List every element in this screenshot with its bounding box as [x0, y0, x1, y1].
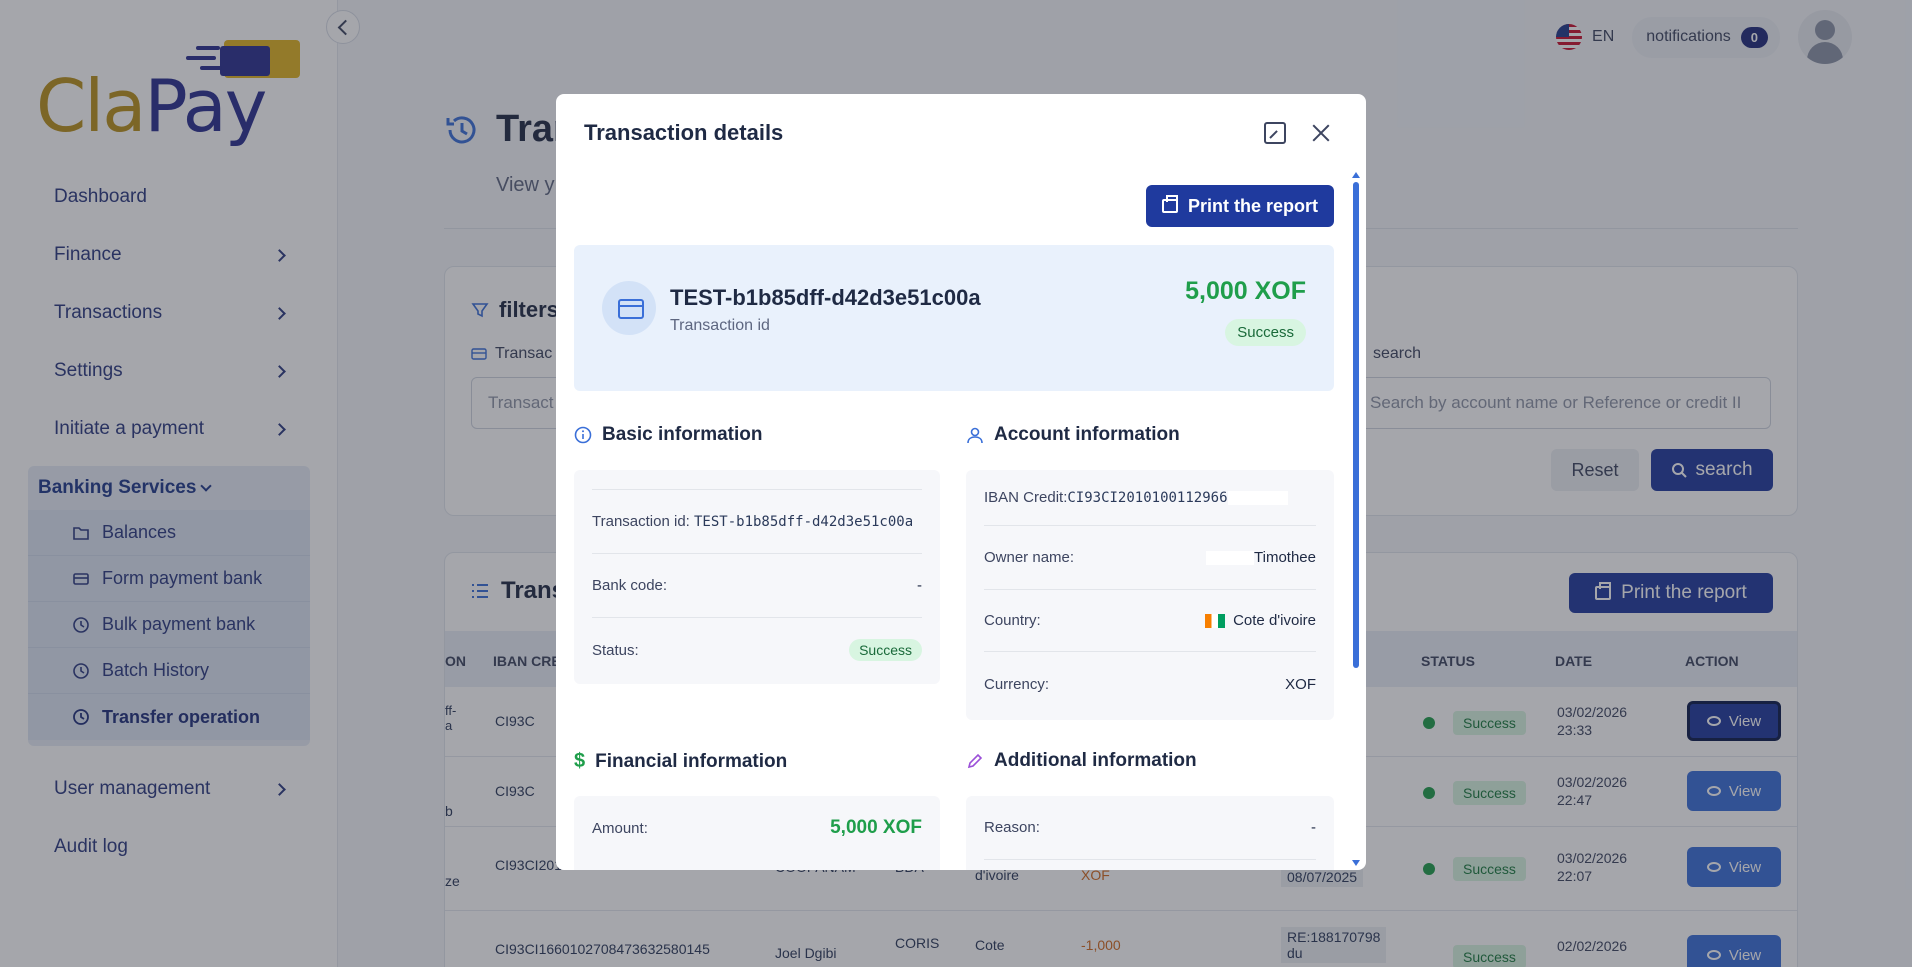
transaction-amount: 5,000 XOF — [1185, 277, 1306, 305]
basic-info-panel: Transaction id: TEST-b1b85dff-d42d3e51c0… — [574, 470, 940, 684]
print-report-button[interactable]: Print the report — [1146, 185, 1334, 227]
edit-icon — [967, 753, 983, 769]
financial-info-panel: Amount: 5,000 XOF — [574, 796, 940, 870]
expand-icon[interactable] — [1264, 122, 1286, 144]
status-badge: Success — [849, 639, 922, 661]
transaction-id: TEST-b1b85dff-d42d3e51c00a — [670, 285, 981, 310]
section-title-additional: Additional information — [966, 750, 1197, 772]
modal-scrollbar[interactable] — [1352, 172, 1360, 866]
close-icon[interactable] — [1308, 120, 1334, 146]
section-title-account: Account information — [966, 424, 1180, 446]
printer-icon — [1161, 195, 1178, 213]
account-info-panel: IBAN Credit:CI93CI2010100112966 Owner na… — [966, 470, 1334, 720]
transaction-details-modal: Transaction details Print the report TES… — [556, 94, 1366, 870]
info-icon — [574, 426, 592, 444]
section-title-basic: Basic information — [574, 424, 762, 446]
section-title-financial: $ Financial information — [574, 750, 788, 772]
user-icon — [967, 427, 983, 444]
card-icon — [602, 281, 656, 335]
additional-info-panel: Reason: - — [966, 796, 1334, 870]
status-badge: Success — [1225, 319, 1306, 346]
dollar-icon: $ — [574, 750, 586, 772]
ivory-coast-flag-icon — [1205, 614, 1226, 629]
scrollbar-thumb[interactable] — [1353, 182, 1359, 668]
modal-title: Transaction details — [584, 120, 784, 145]
transaction-summary: TEST-b1b85dff-d42d3e51c00a Transaction i… — [574, 245, 1334, 391]
